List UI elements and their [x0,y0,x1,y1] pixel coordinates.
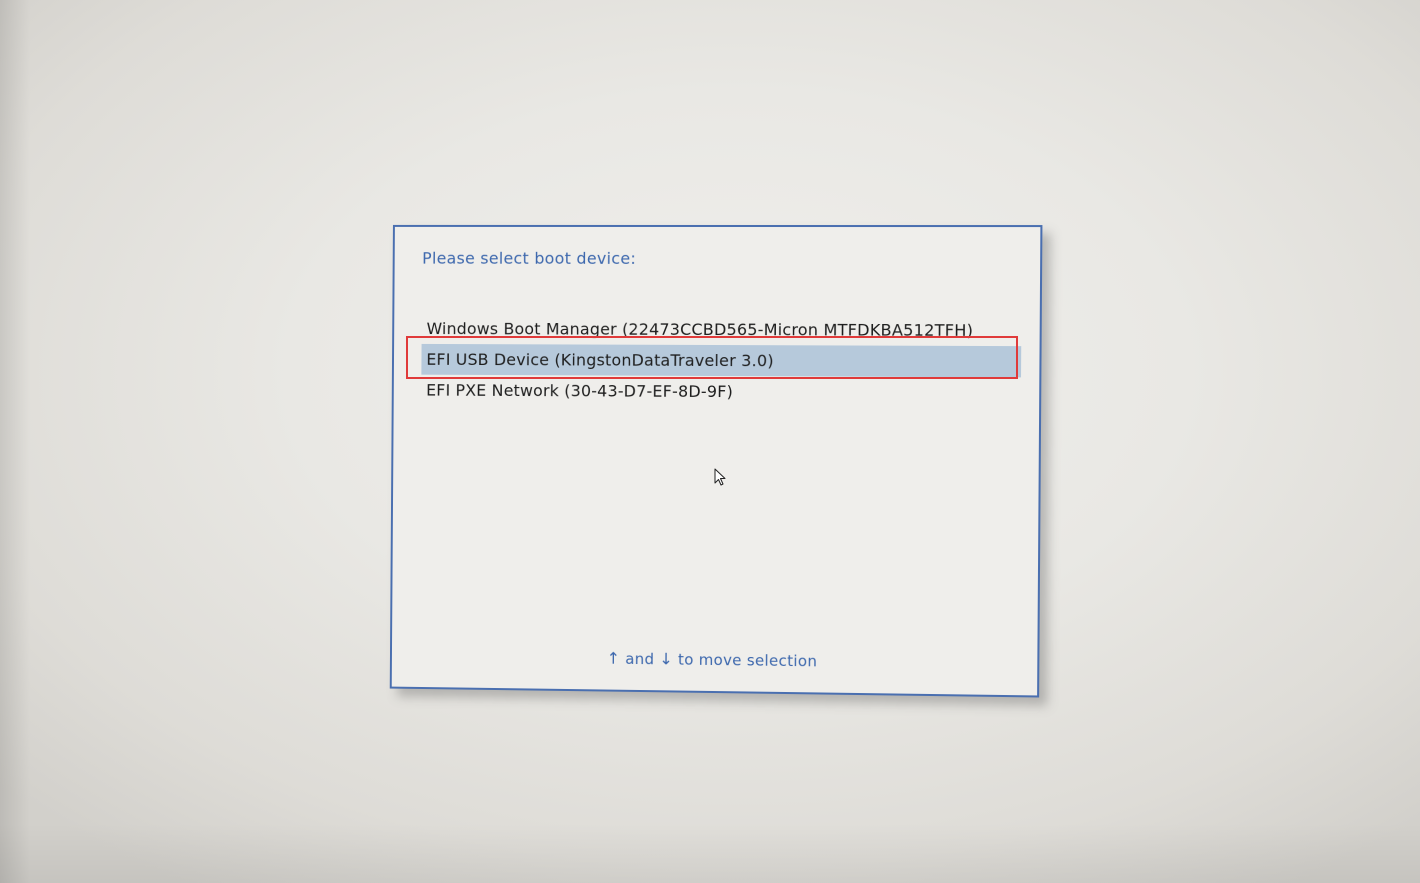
screen-vignette-left [0,0,30,883]
boot-prompt-label: Please select boot device: [422,248,637,268]
up-arrow-icon: ↑ [606,648,621,668]
mouse-pointer-icon [714,468,726,486]
navigation-hint: ↑ and ↓ to move selection [392,646,1038,673]
annotation-highlight-box [406,336,1018,379]
screen-vignette-bottom [0,823,1420,883]
boot-device-dialog: Please select boot device: Windows Boot … [389,224,1043,698]
hint-and-text: and [625,649,655,669]
hint-action-text: to move selection [677,650,818,671]
boot-item-efi-pxe-network[interactable]: EFI PXE Network (30-43-D7-EF-8D-9F) [421,375,1021,409]
down-arrow-icon: ↓ [659,649,674,669]
